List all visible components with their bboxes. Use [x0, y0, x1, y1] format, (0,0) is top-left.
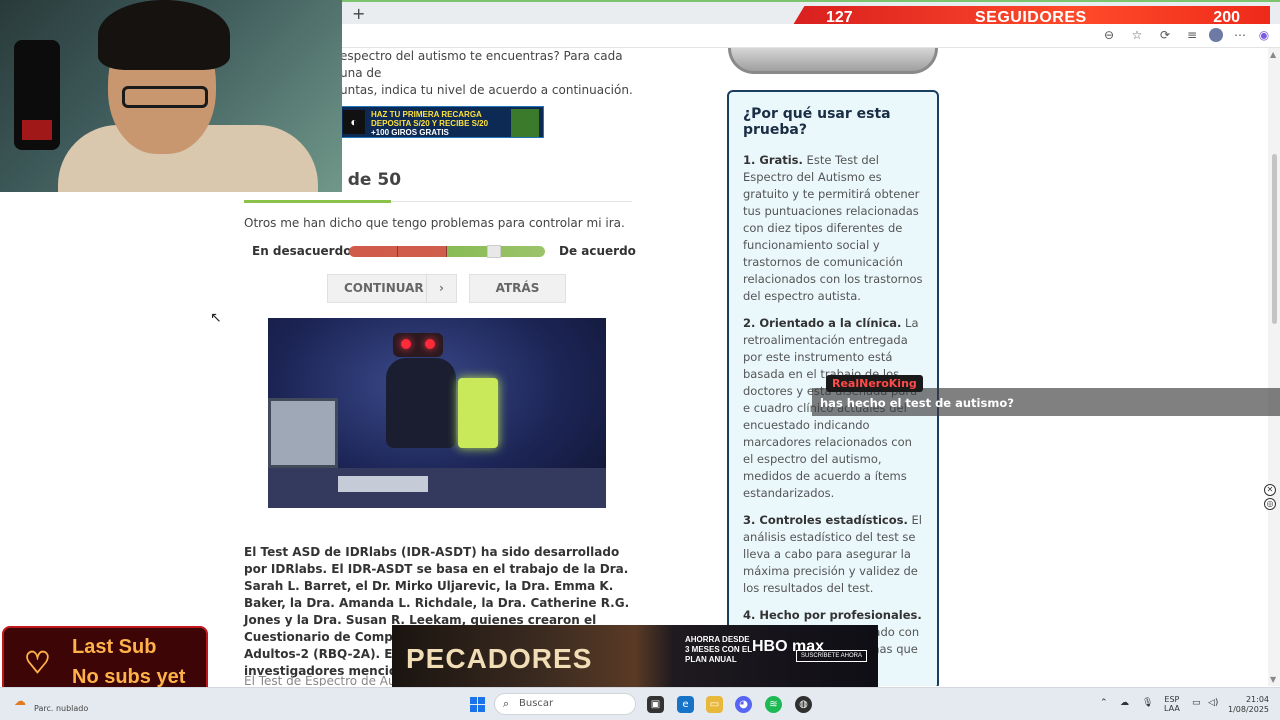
widget-icon[interactable]: ◎: [1264, 498, 1276, 510]
network-icon[interactable]: ▭: [1192, 698, 1201, 708]
weather-text[interactable]: Parc. nublado: [34, 704, 88, 713]
extensions-icon[interactable]: ⟳: [1158, 28, 1172, 42]
search-placeholder: Buscar: [519, 698, 554, 709]
clock-date: 1/08/2025: [1228, 705, 1270, 714]
slider-tick: [446, 246, 447, 257]
chevron-right-icon: ›: [426, 275, 456, 302]
search-icon: ⌕: [503, 697, 510, 710]
close-icon[interactable]: ✕: [1264, 484, 1276, 496]
last-sub-widget: ♡ Last Sub No subs yet: [2, 626, 208, 696]
reader-icon[interactable]: ⊖: [1102, 28, 1116, 42]
headset-light: [425, 339, 435, 349]
microphone-icon[interactable]: 🎙: [1142, 698, 1153, 708]
layout-code: LAA: [1164, 704, 1180, 713]
ad-person-image: [511, 109, 539, 137]
slider-tick: [397, 246, 398, 257]
sidebar-image-bottom: [728, 48, 938, 74]
why-title: ¿Por qué usar esta prueba?: [743, 106, 891, 138]
discord-icon[interactable]: ◕: [735, 696, 752, 713]
last-sub-value: No subs yet: [72, 666, 186, 688]
language-code: ESP: [1164, 695, 1180, 704]
why-item-head: 2. Orientado a la clínica.: [743, 316, 902, 330]
tray-chevron-icon[interactable]: ⌃: [1100, 698, 1108, 708]
why-item-head: 1. Gratis.: [743, 153, 803, 167]
mouse-cursor-icon: ↖: [210, 310, 222, 326]
scale-label-agree: De acuerdo: [559, 244, 636, 258]
onedrive-icon[interactable]: ☁: [1120, 698, 1129, 708]
agreement-slider[interactable]: [349, 246, 545, 257]
chat-message: has hecho el test de autismo?: [820, 396, 1014, 410]
edge-icon[interactable]: e: [677, 696, 694, 713]
ad-logo-icon: ◐: [343, 110, 365, 134]
chat-username: RealNeroKing: [826, 375, 923, 392]
browser-toolbar: ⊖ ☆ ⟳ ≡ ⋯ ◉: [342, 24, 1280, 48]
language-indicator[interactable]: ESP LAA: [1164, 695, 1180, 713]
why-item-text: Este Test del Espectro del Autismo es gr…: [743, 153, 923, 303]
start-button[interactable]: [470, 697, 485, 712]
ad-movie-title: PECADORES: [406, 643, 593, 674]
streamer-hair: [98, 0, 230, 70]
floor: [268, 468, 606, 508]
streamer-webcam: [0, 0, 342, 192]
scroll-down-icon[interactable]: ▼: [1270, 675, 1276, 684]
why-item-head: 4. Hecho por profesionales.: [743, 608, 922, 622]
why-item-head: 3. Controles estadísticos.: [743, 513, 908, 527]
weather-icon[interactable]: ☁: [14, 694, 26, 708]
keyboard: [338, 476, 428, 492]
ad-line-3: +100 GIROS GRATIS: [371, 128, 449, 137]
more-menu-icon[interactable]: ⋯: [1233, 28, 1247, 42]
glasses: [122, 86, 208, 108]
slider-handle[interactable]: [487, 245, 501, 258]
ad-line-2: DEPOSITA S/20 Y RECIBE S/20: [371, 119, 489, 128]
volume-icon[interactable]: ◁): [1208, 698, 1218, 708]
vr-headset: [393, 333, 443, 357]
continue-label: CONTINUAR: [344, 281, 424, 295]
scale-label-disagree: En desacuerdo: [252, 244, 352, 258]
headset-light: [401, 339, 411, 349]
why-item: 1. Gratis. Este Test del Espectro del Au…: [743, 152, 923, 305]
spotify-icon[interactable]: ≋: [765, 696, 782, 713]
description-paragraph-2: El Test de Espectro de Autis: [244, 674, 410, 686]
ad-subscribe-button[interactable]: SUSCRÍBETE AHORA: [796, 650, 868, 662]
taskbar-search[interactable]: ⌕ Buscar: [494, 693, 636, 715]
crt-monitor: [268, 398, 338, 468]
person-figure: [386, 358, 456, 448]
movie-ad-banner[interactable]: PECADORES AHORRA DESDE 3 MESES CON EL PL…: [392, 625, 878, 687]
ad-line-1: HAZ TU PRIMERA RECARGA: [371, 110, 482, 119]
scroll-up-icon[interactable]: ▲: [1270, 50, 1276, 59]
file-explorer-icon[interactable]: ▭: [706, 696, 723, 713]
page-scrollbar[interactable]: ▲ ▼: [1268, 48, 1280, 686]
heart-icon: ♡: [24, 647, 51, 680]
side-widget-buttons: ✕ ◎: [1262, 482, 1278, 514]
clock-time: 21:04: [1245, 695, 1270, 704]
why-item: 3. Controles estadísticos. El análisis e…: [743, 512, 923, 597]
casino-ad-banner[interactable]: ◐ HAZ TU PRIMERA RECARGA DEPOSITA S/20 Y…: [340, 106, 544, 138]
mic-light: [22, 120, 52, 140]
obs-icon[interactable]: ◍: [795, 696, 812, 713]
system-clock[interactable]: 21:04 1/08/2025: [1228, 695, 1269, 715]
task-view-icon[interactable]: ▣: [647, 696, 664, 713]
progress-fill: [244, 200, 392, 203]
green-screen: [458, 378, 498, 448]
last-sub-title: Last Sub: [72, 636, 157, 658]
copilot-icon[interactable]: ◉: [1257, 28, 1271, 42]
new-tab-button[interactable]: +: [352, 4, 365, 23]
ad-promo-text: AHORRA DESDE 3 MESES CON EL PLAN ANUAL: [685, 635, 752, 664]
favorite-star-icon[interactable]: ☆: [1130, 28, 1144, 42]
question-text: Otros me han dicho que tengo problemas p…: [244, 216, 625, 230]
windows-taskbar: ☁ Parc. nublado ⌕ Buscar ▣ e ▭ ◕ ≋ ◍ ⌃ ☁…: [0, 687, 1280, 720]
vr-hero-image: [268, 318, 606, 508]
profile-avatar-icon[interactable]: [1209, 28, 1223, 42]
scrollbar-thumb[interactable]: [1272, 154, 1277, 324]
collections-icon[interactable]: ≡: [1185, 28, 1199, 42]
back-button[interactable]: ATRÁS: [469, 274, 566, 303]
continue-button[interactable]: CONTINUAR ›: [327, 274, 457, 303]
